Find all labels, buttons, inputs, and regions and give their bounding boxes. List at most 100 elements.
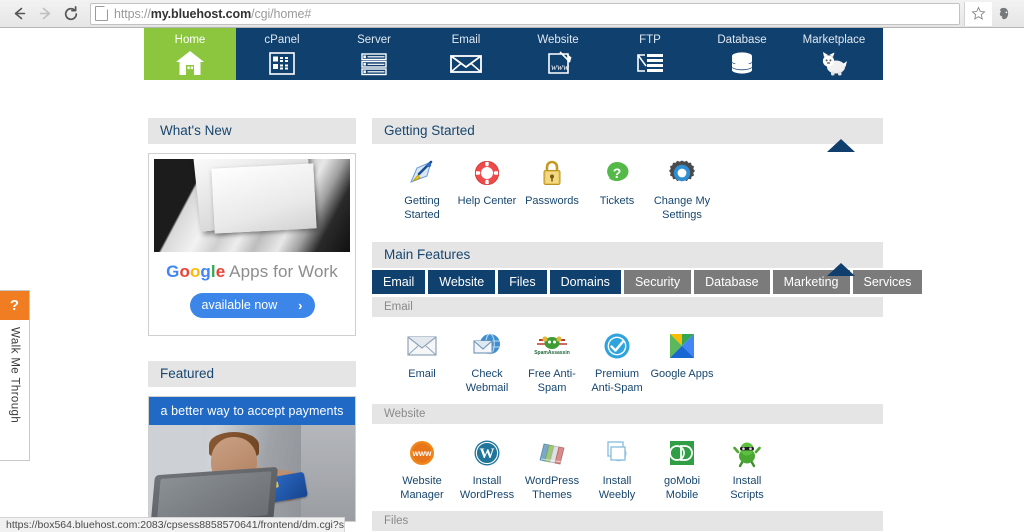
lifebuoy-icon	[455, 156, 519, 190]
tile-getting-started-label: Getting Started	[404, 195, 440, 221]
nav-item-home-label: Home	[174, 34, 206, 46]
featured-section: Featured a better way to accept payments	[148, 361, 356, 522]
address-bar-url: https://my.bluehost.com/cgi/home#	[114, 6, 312, 21]
nav-item-email[interactable]: Email	[420, 28, 512, 80]
tab-services[interactable]: Services	[852, 270, 923, 294]
nav-item-website[interactable]: Website www	[512, 28, 604, 80]
group-header-website: Website	[372, 404, 883, 424]
tile-tickets[interactable]: ? Tickets	[585, 156, 649, 222]
tab-security[interactable]: Security	[623, 270, 692, 294]
tile-free-anti-spam[interactable]: SpamAssassin Free Anti-Spam	[520, 329, 584, 395]
available-now-button[interactable]: available now ›	[189, 293, 315, 318]
envelope-icon	[390, 329, 454, 363]
tile-change-my-settings[interactable]: Change My Settings	[650, 156, 714, 222]
nav-item-marketplace[interactable]: Marketplace	[788, 28, 880, 80]
nav-item-cpanel[interactable]: cPanel	[236, 28, 328, 80]
svg-text:www: www	[412, 449, 432, 458]
nav-item-website-label: Website	[537, 34, 579, 46]
evernote-elephant-icon[interactable]	[992, 2, 1018, 26]
collapse-up-arrow-icon[interactable]	[827, 139, 855, 152]
whats-new-title: What's New	[160, 123, 232, 138]
walk-me-through-label: Walk Me Through	[8, 327, 21, 424]
google-apps-promo-card[interactable]: Google Apps for Work available now ›	[148, 153, 356, 336]
bookmark-star-icon[interactable]	[964, 1, 992, 26]
tile-check-webmail[interactable]: Check Webmail	[455, 329, 519, 395]
back-arrow-icon[interactable]	[6, 2, 32, 26]
themes-books-icon	[520, 436, 584, 470]
home-icon	[170, 48, 210, 79]
available-now-label: available now	[201, 298, 278, 312]
group-header-email: Email	[372, 297, 883, 317]
collapse-up-arrow-icon[interactable]	[827, 263, 855, 276]
nav-item-cpanel-label: cPanel	[264, 34, 300, 46]
server-stack-icon	[354, 48, 394, 79]
getting-started-header: Getting Started	[372, 118, 883, 152]
cpanel-grid-icon	[262, 48, 302, 79]
status-bar-url: https://box564.bluehost.com:2083/cpsess8…	[6, 519, 344, 531]
tile-getting-started[interactable]: Getting Started	[390, 156, 454, 222]
webmail-globe-envelope-icon	[455, 329, 519, 363]
nav-item-marketplace-label: Marketplace	[802, 34, 866, 46]
tab-database[interactable]: Database	[694, 270, 770, 294]
tile-install-wordpress[interactable]: W Install WordPress	[455, 436, 519, 502]
weebly-pages-icon	[585, 436, 649, 470]
tile-premium-anti-spam-label: Premium Anti-Spam	[591, 368, 643, 394]
browser-toolbar: https://my.bluehost.com/cgi/home#	[0, 0, 1024, 28]
website-www-icon: www	[538, 48, 578, 79]
tile-email[interactable]: Email	[390, 329, 454, 395]
group-header-files: Files	[372, 511, 883, 531]
tile-gomobi-mobile[interactable]: goMobi Mobile	[650, 436, 714, 502]
featured-promo-card[interactable]: a better way to accept payments	[148, 396, 356, 522]
tile-install-scripts-label: Install Scripts	[730, 475, 764, 501]
tab-website[interactable]: Website	[428, 270, 496, 294]
tile-email-label: Email	[408, 368, 436, 380]
tile-wordpress-themes[interactable]: WordPress Themes	[520, 436, 584, 502]
database-cylinder-icon	[722, 48, 762, 79]
tile-tickets-label: Tickets	[599, 195, 635, 207]
tab-files[interactable]: Files	[498, 270, 547, 294]
google-drive-icon	[650, 329, 714, 363]
tile-install-weebly[interactable]: Install Weebly	[585, 436, 649, 502]
tile-install-scripts[interactable]: Install Scripts	[715, 436, 779, 502]
google-apps-headline-rest: Apps for Work	[225, 262, 338, 281]
main-navigation: Home cPanel Server Email Website www FTP…	[144, 28, 883, 80]
main-features-title: Main Features	[384, 247, 471, 262]
forward-arrow-icon[interactable]	[32, 2, 58, 26]
left-sidebar: What's New Google Apps for Work availabl…	[148, 118, 356, 522]
browser-toolbar-right	[964, 1, 1018, 26]
tile-gomobi-mobile-label: goMobi Mobile	[663, 475, 701, 501]
tile-install-wordpress-label: Install WordPress	[459, 475, 515, 501]
page-document-icon	[95, 6, 108, 21]
walk-me-through-question-icon: ?	[0, 291, 29, 320]
tile-help-center[interactable]: Help Center	[455, 156, 519, 222]
browser-status-bar: https://box564.bluehost.com:2083/cpsess8…	[0, 517, 345, 532]
nav-item-server[interactable]: Server	[328, 28, 420, 80]
nav-item-database[interactable]: Database	[696, 28, 788, 80]
tile-premium-anti-spam[interactable]: Premium Anti-Spam	[585, 329, 649, 395]
marketplace-dog-icon	[814, 48, 854, 79]
address-bar[interactable]: https://my.bluehost.com/cgi/home#	[90, 2, 960, 25]
envelope-icon	[446, 48, 486, 79]
nav-item-ftp[interactable]: FTP	[604, 28, 696, 80]
svg-text:W: W	[480, 446, 495, 462]
svg-text:www: www	[551, 62, 569, 72]
email-feature-tiles: Email Check Webmail SpamAssassin Free An…	[372, 317, 883, 401]
nav-item-home[interactable]: Home	[144, 28, 236, 80]
tile-google-apps[interactable]: Google Apps	[650, 329, 714, 395]
question-bubble-icon: ?	[585, 156, 649, 190]
featured-banner-label: a better way to accept payments	[149, 397, 355, 425]
nav-item-database-label: Database	[717, 34, 767, 46]
tile-passwords[interactable]: Passwords	[520, 156, 584, 222]
reload-icon[interactable]	[58, 2, 84, 26]
premium-antispam-check-icon	[585, 329, 649, 363]
promo-body: Google Apps for Work available now ›	[154, 252, 350, 330]
main-content: Getting Started Getting Started Help Cen…	[372, 118, 923, 532]
tile-website-manager[interactable]: www Website Manager	[390, 436, 454, 502]
walk-me-through-tab[interactable]: ? Walk Me Through	[0, 290, 30, 461]
spamassassin-icon: SpamAssassin	[520, 329, 584, 363]
tab-domains[interactable]: Domains	[549, 270, 621, 294]
main-features-header: Main Features	[372, 242, 883, 276]
tab-email[interactable]: Email	[372, 270, 426, 294]
tile-google-apps-label: Google Apps	[650, 368, 714, 380]
gomobi-icon	[650, 436, 714, 470]
